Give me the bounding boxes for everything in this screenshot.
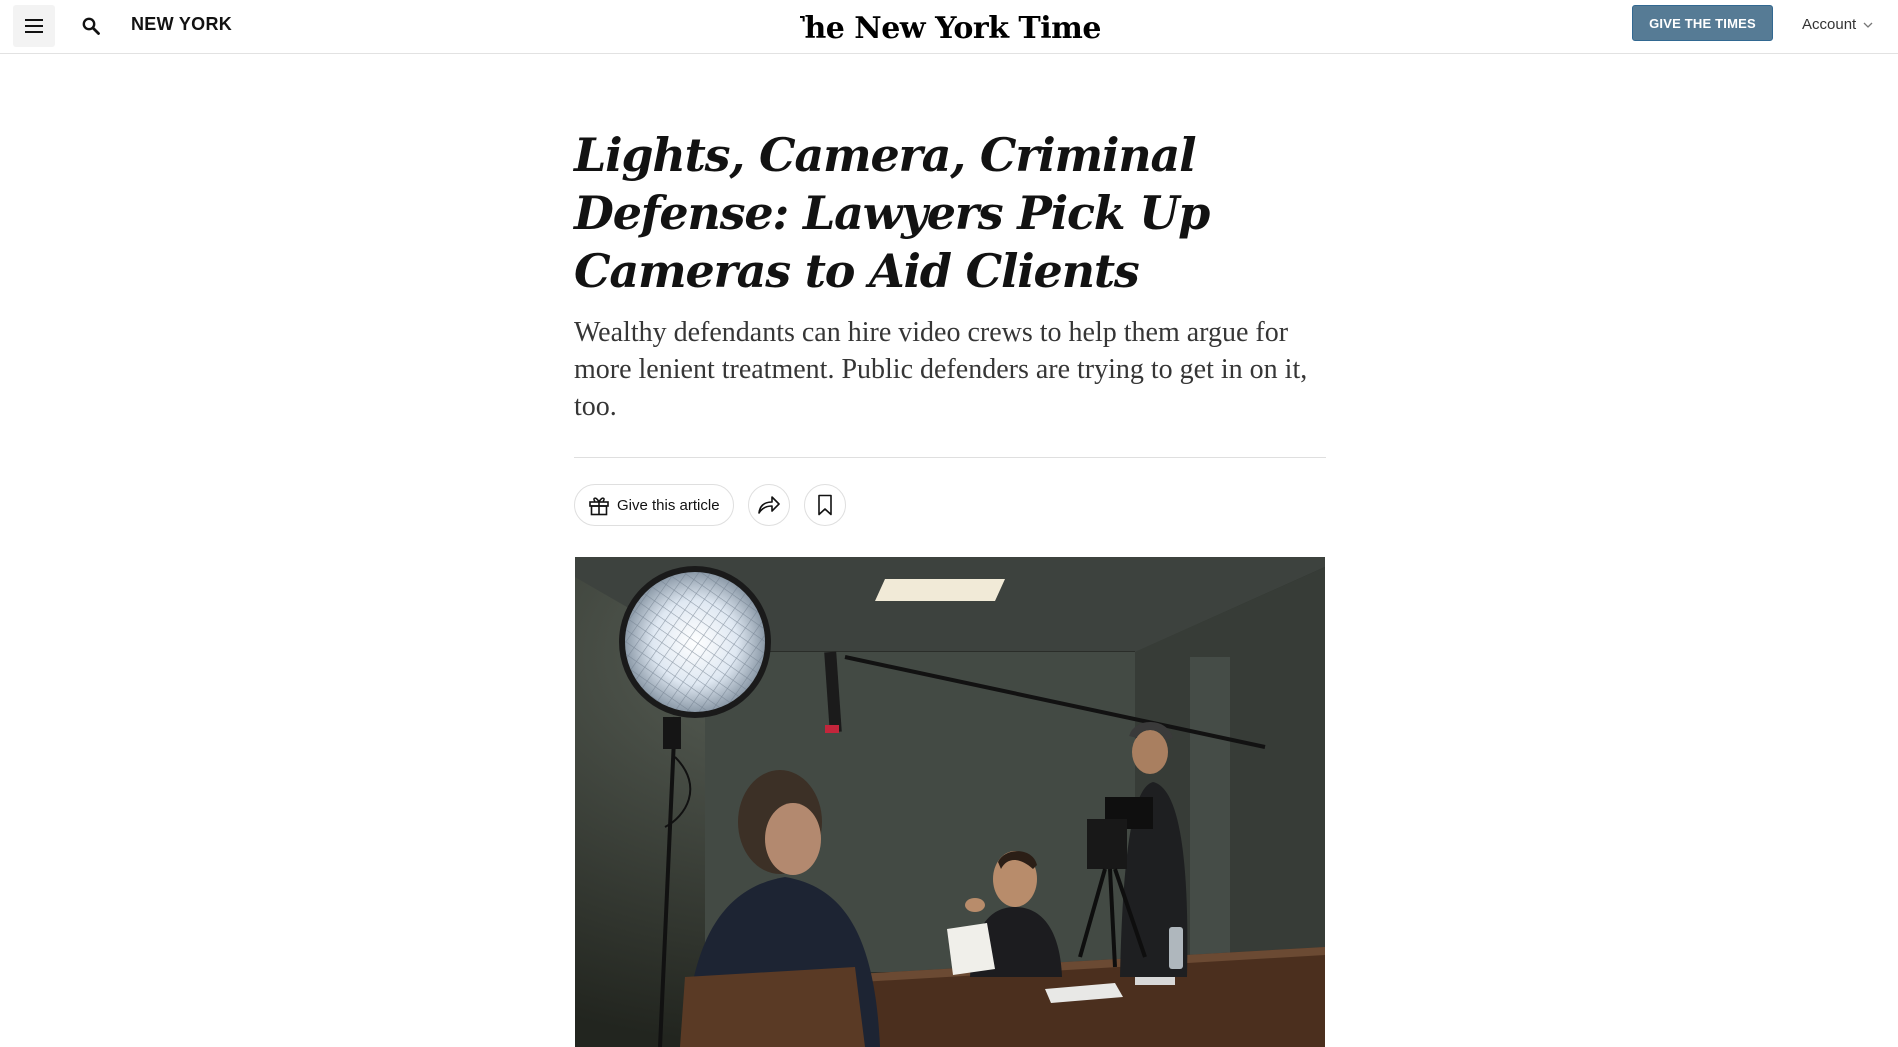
article-summary: Wealthy defendants can hire video crews … <box>574 317 1308 422</box>
save-button[interactable] <box>803 484 846 526</box>
top-bar: NEW YORK The New York Times GIVE THE TIM… <box>0 0 1898 54</box>
divider <box>574 457 1326 458</box>
menu-button[interactable] <box>13 5 55 47</box>
chevron-down-icon <box>1863 22 1873 28</box>
article-header: Lights, Camera, Criminal Defense: Lawyer… <box>574 126 1326 425</box>
account-label: Account <box>1802 16 1857 33</box>
gift-icon <box>589 497 609 516</box>
share-tools: Give this article <box>574 484 846 526</box>
give-this-article-button[interactable]: Give this article <box>574 484 734 526</box>
headline: Lights, Camera, Criminal Defense: Lawyer… <box>574 128 1210 298</box>
nyt-logo-wordmark: The New York Times <box>783 11 1118 46</box>
account-menu[interactable]: Account <box>1802 16 1873 33</box>
search-icon <box>82 17 100 35</box>
section-label[interactable]: NEW YORK <box>131 14 232 35</box>
lead-photo <box>575 557 1325 1047</box>
search-button[interactable] <box>70 5 112 47</box>
hamburger-menu-icon <box>25 19 43 33</box>
share-arrow-icon <box>757 496 780 514</box>
share-button[interactable] <box>747 484 790 526</box>
svg-text:The New York Times: The New York Times <box>800 11 1100 46</box>
bookmark-icon <box>817 494 832 516</box>
give-the-times-button[interactable]: GIVE THE TIMES <box>1632 5 1773 41</box>
nyt-logo[interactable]: The New York Times <box>783 6 1118 48</box>
give-this-article-label: Give this article <box>617 496 720 514</box>
lead-photo-illustration <box>575 557 1325 1047</box>
